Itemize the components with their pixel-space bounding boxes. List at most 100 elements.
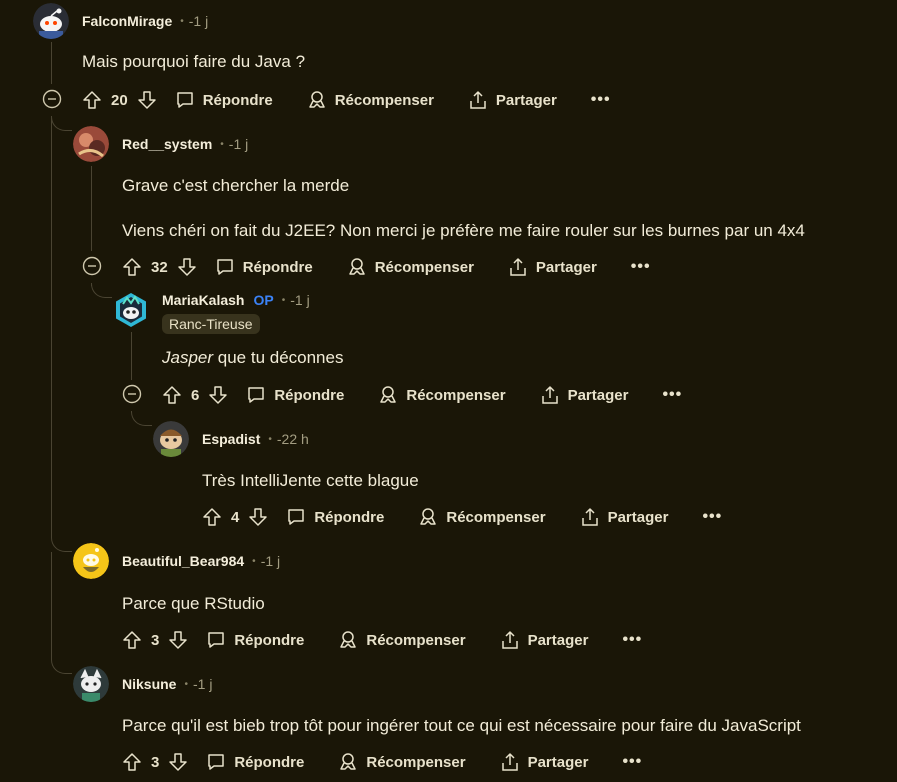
- chat-bubble-icon: [175, 90, 195, 110]
- avatar[interactable]: [73, 543, 109, 579]
- thread-line[interactable]: [51, 42, 52, 84]
- author-name[interactable]: MariaKalash: [162, 292, 244, 308]
- award-button[interactable]: Récompenser: [347, 257, 474, 277]
- share-label: Partager: [567, 386, 629, 404]
- avatar[interactable]: [73, 126, 109, 162]
- upvote-icon[interactable]: [122, 630, 142, 650]
- award-label: Récompenser: [366, 753, 466, 771]
- award-button[interactable]: Récompenser: [307, 90, 434, 110]
- award-icon: [307, 90, 327, 110]
- thread-line[interactable]: [131, 332, 132, 380]
- award-icon: [378, 385, 398, 405]
- downvote-icon[interactable]: [168, 630, 188, 650]
- author-name[interactable]: Niksune: [122, 676, 176, 692]
- comment-actions: 32 Répondre Récompenser Partager •••: [122, 256, 651, 278]
- separator-dot: •: [252, 555, 256, 567]
- share-icon: [500, 630, 520, 650]
- chat-bubble-icon: [246, 385, 266, 405]
- reply-button[interactable]: Répondre: [206, 630, 304, 650]
- chat-bubble-icon: [206, 752, 226, 772]
- comment-meta: Niksune • -1 j: [122, 676, 212, 692]
- reply-label: Répondre: [242, 258, 313, 276]
- thread-connector: [91, 283, 112, 298]
- downvote-icon[interactable]: [177, 257, 197, 277]
- share-button[interactable]: Partager: [540, 385, 629, 405]
- timestamp[interactable]: -1 j: [193, 676, 212, 692]
- comment-meta: Beautiful_Bear984 • -1 j: [122, 553, 280, 569]
- avatar[interactable]: [33, 3, 69, 39]
- award-button[interactable]: Récompenser: [418, 507, 546, 527]
- comment-meta: FalconMirage • -1 j: [82, 13, 208, 29]
- author-name[interactable]: Espadist: [202, 431, 260, 447]
- award-label: Récompenser: [374, 258, 474, 276]
- timestamp[interactable]: -1 j: [229, 136, 248, 152]
- thread-line[interactable]: [91, 166, 92, 251]
- downvote-icon[interactable]: [137, 90, 157, 110]
- yellow-snoo-avatar-icon: [73, 543, 109, 579]
- thread-connector: [51, 659, 72, 674]
- share-button[interactable]: Partager: [508, 257, 597, 277]
- author-name[interactable]: FalconMirage: [82, 13, 172, 29]
- snoo-avatar-icon: [153, 421, 189, 457]
- share-button[interactable]: Partager: [500, 630, 588, 650]
- reply-button[interactable]: Répondre: [206, 752, 304, 772]
- award-button[interactable]: Récompenser: [378, 385, 506, 405]
- reply-button[interactable]: Répondre: [215, 257, 313, 277]
- separator-dot: •: [268, 433, 272, 445]
- comment-actions: 6 Répondre Récompenser Partager •••: [162, 384, 682, 406]
- upvote-icon[interactable]: [202, 507, 222, 527]
- share-icon: [500, 752, 520, 772]
- thread-line[interactable]: [51, 552, 52, 660]
- avatar[interactable]: [113, 292, 149, 328]
- comment-body: Jasper que tu déconnes: [162, 348, 343, 368]
- avatar[interactable]: [73, 666, 109, 702]
- collapse-icon[interactable]: [42, 89, 62, 109]
- award-button[interactable]: Récompenser: [338, 752, 466, 772]
- timestamp[interactable]: -1 j: [261, 553, 280, 569]
- author-name[interactable]: Red__system: [122, 136, 212, 152]
- award-icon: [418, 507, 438, 527]
- timestamp[interactable]: -1 j: [189, 13, 208, 29]
- reply-button[interactable]: Répondre: [286, 507, 384, 527]
- timestamp[interactable]: -22 h: [277, 431, 309, 447]
- share-button[interactable]: Partager: [468, 90, 557, 110]
- thread-line[interactable]: [51, 116, 52, 538]
- share-label: Partager: [495, 91, 557, 109]
- red-avatar-icon: [73, 126, 109, 162]
- timestamp[interactable]: -1 j: [290, 292, 309, 308]
- avatar[interactable]: [153, 421, 189, 457]
- separator-dot: •: [184, 678, 188, 690]
- share-button[interactable]: Partager: [580, 507, 668, 527]
- separator-dot: •: [180, 15, 184, 27]
- reply-button[interactable]: Répondre: [246, 385, 344, 405]
- chat-bubble-icon: [286, 507, 306, 527]
- share-icon: [508, 257, 528, 277]
- upvote-icon[interactable]: [122, 257, 142, 277]
- share-button[interactable]: Partager: [500, 752, 589, 772]
- collapse-icon[interactable]: [122, 384, 142, 404]
- vote-count: 6: [191, 386, 200, 404]
- upvote-icon[interactable]: [82, 90, 102, 110]
- downvote-icon[interactable]: [248, 507, 268, 527]
- share-icon: [468, 90, 488, 110]
- downvote-icon[interactable]: [208, 385, 228, 405]
- share-label: Partager: [527, 753, 589, 771]
- more-options-button[interactable]: •••: [702, 508, 722, 526]
- more-options-button[interactable]: •••: [591, 91, 611, 109]
- more-options-button[interactable]: •••: [622, 753, 642, 771]
- award-icon: [338, 752, 358, 772]
- more-options-button[interactable]: •••: [662, 386, 682, 404]
- upvote-icon[interactable]: [122, 752, 142, 772]
- author-name[interactable]: Beautiful_Bear984: [122, 553, 244, 569]
- white-snoo-avatar-icon: [73, 666, 109, 702]
- reply-button[interactable]: Répondre: [175, 90, 273, 110]
- separator-dot: •: [220, 138, 224, 150]
- collapse-icon[interactable]: [82, 256, 102, 276]
- more-options-button[interactable]: •••: [622, 631, 642, 649]
- emphasis-text: Jasper: [162, 348, 214, 367]
- award-button[interactable]: Récompenser: [338, 630, 466, 650]
- downvote-icon[interactable]: [168, 752, 188, 772]
- comment-actions: 20 Répondre Récompenser Partager •••: [82, 89, 611, 111]
- more-options-button[interactable]: •••: [631, 258, 651, 276]
- upvote-icon[interactable]: [162, 385, 182, 405]
